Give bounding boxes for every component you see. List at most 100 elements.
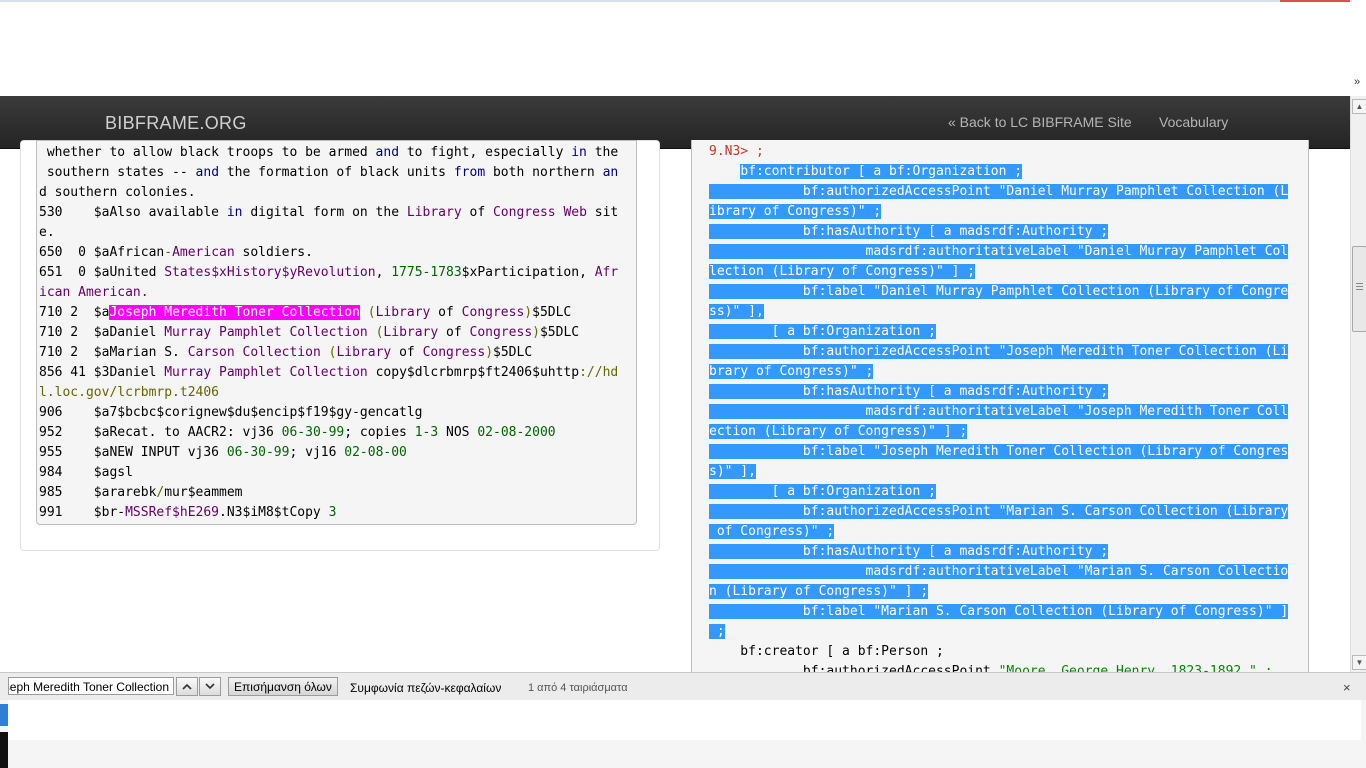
scroll-up-arrow-icon[interactable]: ▲	[1352, 99, 1366, 114]
code-token: Pamphlet	[219, 365, 282, 380]
code-token: of	[430, 305, 462, 320]
code-token: bf:label "Joseph Meredith Toner Collecti…	[709, 444, 1289, 459]
find-next-button[interactable]	[199, 677, 221, 696]
code-token: Afr	[594, 265, 619, 280]
code-line: ss)" ],	[709, 302, 1302, 322]
overflow-chevron-icon[interactable]: »	[1354, 76, 1366, 90]
code-token: 991 $br-	[39, 505, 126, 520]
code-token: bf:creator [ a bf:Person ;	[709, 644, 944, 659]
code-line: bf:authorizedAccessPoint "Daniel Murray …	[709, 182, 1302, 202]
top-red-accent	[1280, 0, 1350, 2]
browser-top-area	[0, 0, 1352, 96]
code-token: Congress	[461, 305, 525, 320]
code-token: Congress	[492, 205, 556, 220]
code-line: 985 $ararebk/mur$eammem	[39, 483, 618, 503]
scroll-down-arrow-icon[interactable]: ▼	[1352, 655, 1366, 670]
code-line: southern states -- and the formation of …	[39, 163, 618, 183]
code-line: n (Library of Congress)" ] ;	[709, 582, 1302, 602]
code-token: bf:authorizedAccessPoint "Daniel Murray …	[709, 184, 1289, 199]
code-line: madsrdf:authoritativeLabel "Daniel Murra…	[709, 242, 1302, 262]
match-case-toggle[interactable]: Συμφωνία πεζών-κεφαλαίων	[350, 681, 501, 695]
code-token: Library	[375, 305, 431, 320]
code-token: States$xHistory$yRevolution	[164, 265, 376, 280]
code-token: of	[461, 205, 493, 220]
code-token: Collection	[242, 345, 321, 360]
code-token: s)" ],	[709, 464, 756, 479]
code-token: Web	[563, 205, 587, 220]
code-token: to fight, especially	[399, 145, 572, 160]
code-token: $5DLC	[539, 325, 580, 340]
code-line: bf:authorizedAccessPoint "Moore, George …	[709, 662, 1302, 672]
page-scrollbar[interactable]: ▲ ▼	[1350, 96, 1366, 672]
code-line: whether to allow black troops to be arme…	[39, 143, 618, 163]
code-token: [ a bf:Organization ;	[709, 484, 936, 499]
code-token: bf:label "Marian S. Carson Collection (L…	[709, 604, 1289, 619]
code-token: bf:authorizedAccessPoint "Marian S. Cars…	[709, 504, 1289, 519]
code-token: Murray	[164, 365, 212, 380]
code-token: 02-08-00	[344, 445, 407, 460]
code-line: l.loc.gov/lcrbmrp.t2406	[39, 383, 618, 403]
top-progress-line	[0, 0, 1352, 2]
find-previous-button[interactable]	[176, 677, 198, 696]
status-area	[8, 700, 1361, 740]
code-line: ican American.	[39, 283, 618, 303]
marc-code: whether to allow black troops to be arme…	[39, 143, 618, 523]
code-token: ibrary of Congress)" ;	[709, 204, 882, 219]
code-token: 02-08-2000	[477, 425, 556, 440]
code-token: NOS	[438, 425, 478, 440]
code-token: 530 $aAlso available	[39, 205, 227, 220]
code-token: e.	[39, 225, 55, 240]
code-token: bf:authorizedAccessPoint	[709, 664, 999, 672]
code-token: .N3$iM8$tCopy	[219, 505, 329, 520]
scrollbar-thumb[interactable]	[1352, 246, 1366, 332]
scrollbar-grip-icon	[1356, 283, 1363, 284]
code-token: brary of Congress)" ;	[709, 364, 874, 379]
code-token: and	[375, 145, 400, 160]
code-token: ection (Library of Congress)" ] ;	[709, 424, 968, 439]
highlight-all-button[interactable]: Επισήμανση όλων	[228, 677, 338, 696]
code-token: sit	[586, 205, 619, 220]
code-token: bf:contributor [ a bf:Organization ;	[740, 164, 1023, 179]
code-line: 984 $agsl	[39, 463, 618, 483]
code-token: soldiers.	[234, 245, 313, 260]
code-token: ss)" ],	[709, 304, 764, 319]
code-line: bf:label "Daniel Murray Pamphlet Collect…	[709, 282, 1302, 302]
code-line: bf:contributor [ a bf:Organization ;	[709, 162, 1302, 182]
code-token: madsrdf:authoritativeLabel "Joseph Mered…	[709, 404, 1289, 419]
code-token: 651 0 $aUnited	[39, 265, 165, 280]
brand-logo[interactable]: BIBFRAME.ORG	[105, 113, 247, 134]
code-line: [ a bf:Organization ;	[709, 322, 1302, 342]
close-icon[interactable]: ×	[1343, 680, 1351, 695]
taskbar-accent	[0, 704, 8, 726]
code-line: d southern colonies.	[39, 183, 618, 203]
code-token: Murray	[164, 325, 212, 340]
code-line: ibrary of Congress)" ;	[709, 202, 1302, 222]
code-line: 650 0 $aAfrican-American soldiers.	[39, 243, 618, 263]
code-token: "Moore, George Henry, 1823-1892." ;	[998, 664, 1273, 672]
code-line: bf:authorizedAccessPoint "Joseph Meredit…	[709, 342, 1302, 362]
code-line: bf:authorizedAccessPoint "Marian S. Cars…	[709, 502, 1302, 522]
code-token: )	[532, 325, 540, 340]
code-token: Library	[383, 325, 439, 340]
code-token: of	[391, 345, 423, 360]
code-token: in	[226, 205, 243, 220]
code-line: madsrdf:authoritativeLabel "Marian S. Ca…	[709, 562, 1302, 582]
code-token: in	[571, 145, 587, 160]
find-input[interactable]: Joseph Meredith Toner Collection	[8, 677, 174, 695]
code-token: copy$dlcrbmrp$ft2406$uhttp	[367, 365, 580, 380]
back-to-lc-link[interactable]: « Back to LC BIBFRAME Site	[948, 114, 1132, 130]
code-line: 856 41 $3Daniel Murray Pamphlet Collecti…	[39, 363, 618, 383]
vocabulary-link[interactable]: Vocabulary	[1159, 114, 1228, 130]
code-line: e.	[39, 223, 618, 243]
code-token: ; vj16	[289, 445, 345, 460]
taskbar-edge	[0, 732, 8, 768]
code-token: d southern colonies.	[39, 185, 196, 200]
code-token: madsrdf:authoritativeLabel "Daniel Murra…	[709, 244, 1289, 259]
code-line: bf:label "Joseph Meredith Toner Collecti…	[709, 442, 1302, 462]
code-token: )	[524, 305, 533, 320]
code-token: l.loc.gov/lcrbmrp.t2406	[39, 385, 220, 400]
